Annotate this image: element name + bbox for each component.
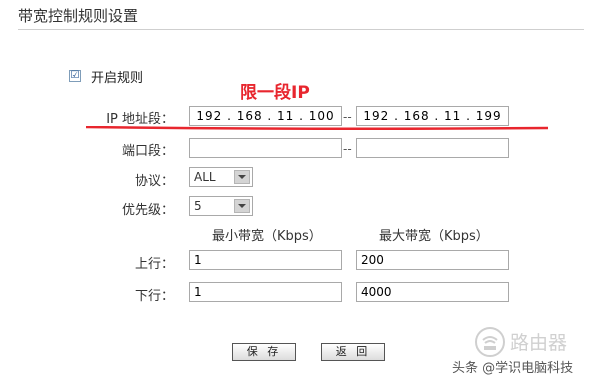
priority-select[interactable]: 5 bbox=[189, 196, 253, 216]
priority-select-value: 5 bbox=[194, 199, 202, 213]
ip-start-field[interactable]: 192 . 168 . 11 . 100 bbox=[189, 106, 342, 126]
min-bandwidth-header: 最小带宽（Kbps） bbox=[212, 229, 322, 244]
ip-range-label: IP 地址段： bbox=[106, 112, 174, 127]
title-divider bbox=[18, 29, 584, 30]
port-range-separator: -- bbox=[343, 142, 352, 156]
protocol-label: 协议： bbox=[134, 174, 174, 189]
annotation-label: 限一段IP bbox=[240, 83, 310, 103]
watermark-logo: 路由器 bbox=[474, 326, 596, 358]
download-max-field[interactable]: 4000 bbox=[356, 282, 509, 302]
port-start-field[interactable] bbox=[189, 138, 342, 158]
download-min-field[interactable]: 1 bbox=[189, 282, 342, 302]
upload-min-field[interactable]: 1 bbox=[189, 250, 342, 270]
upload-max-field[interactable]: 200 bbox=[356, 250, 509, 270]
ip-range-separator: -- bbox=[343, 110, 352, 124]
upload-label: 上行： bbox=[134, 257, 174, 272]
enable-rule-checkbox[interactable]: ☑ bbox=[69, 70, 81, 82]
protocol-select[interactable]: ALL bbox=[189, 167, 253, 187]
back-button[interactable]: 返 回 bbox=[321, 343, 385, 361]
watermark-caption: 头条 @学识电脑科技 bbox=[452, 361, 574, 376]
protocol-select-value: ALL bbox=[194, 170, 216, 184]
download-label: 下行： bbox=[134, 289, 174, 304]
ip-end-field[interactable]: 192 . 168 . 11 . 199 bbox=[356, 106, 509, 126]
red-underline-annotation bbox=[86, 126, 548, 130]
watermark-logo-text: 路由器 bbox=[510, 332, 567, 354]
port-end-field[interactable] bbox=[356, 138, 509, 158]
priority-label: 优先级： bbox=[121, 203, 174, 218]
chevron-down-icon[interactable] bbox=[234, 170, 250, 184]
enable-rule-label: 开启规则 bbox=[91, 71, 144, 86]
page-title: 带宽控制规则设置 bbox=[18, 7, 139, 25]
save-button[interactable]: 保 存 bbox=[232, 343, 296, 361]
chevron-down-icon[interactable] bbox=[234, 199, 250, 213]
port-range-label: 端口段： bbox=[121, 144, 174, 159]
max-bandwidth-header: 最大带宽（Kbps） bbox=[379, 229, 489, 244]
